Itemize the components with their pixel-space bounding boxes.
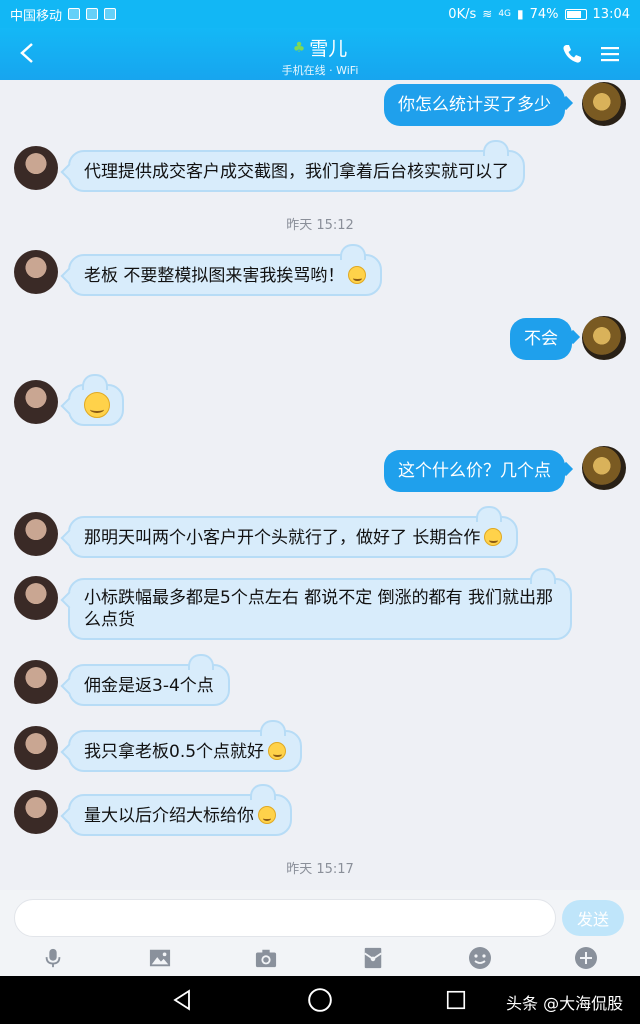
recents-nav-button[interactable] (440, 984, 472, 1016)
avatar[interactable] (14, 146, 58, 190)
notification-icon (68, 8, 81, 20)
message-text: 这个什么价？几个点 (398, 461, 551, 481)
menu-button[interactable] (596, 40, 624, 68)
message-text: 代理提供成交客户成交截图，我们拿着后台核实就可以了 (84, 162, 509, 182)
carrier-label: 中国移动 (10, 8, 63, 24)
network-type: 4G (498, 9, 512, 19)
avatar[interactable] (14, 576, 58, 620)
microphone-icon[interactable] (37, 944, 69, 972)
avatar[interactable] (582, 316, 626, 360)
message-bubble-in[interactable]: 佣金是返3-4个点 (68, 654, 230, 706)
timestamp: 昨天 15:12 (286, 218, 354, 233)
chat-header: ♣ 雪儿 手机在线 · WiFi (0, 28, 640, 80)
watermark: 头条 @大海侃股 (506, 994, 624, 1013)
menu-icon (601, 47, 619, 62)
input-toolbar (0, 944, 640, 976)
message-text: 小标跌幅最多都是5个点左右 都说不定 倒涨的都有 我们就出那么点货 (84, 588, 554, 630)
message-bubble-out[interactable]: 这个什么价？几个点 (384, 450, 565, 492)
timestamp: 昨天 15:17 (286, 862, 354, 877)
grin-emoji-icon (484, 528, 503, 546)
avatar[interactable] (582, 446, 626, 490)
network-speed: 0K/s (448, 6, 477, 22)
camera-icon[interactable] (250, 944, 282, 972)
message-text: 我只拿老板0.5个点就好 (84, 742, 265, 762)
wifi-icon: ≋ (482, 7, 493, 21)
message-bubble-in[interactable] (68, 374, 124, 426)
avatar[interactable] (14, 790, 58, 834)
avatar[interactable] (582, 82, 626, 126)
message-bubble-in[interactable]: 老板 不要整模拟图来害我挨骂哟！ (68, 244, 383, 296)
square-recents-icon (446, 990, 466, 1010)
sprout-icon: ♣ (292, 39, 306, 56)
red-packet-icon[interactable] (357, 944, 389, 972)
notification-icon (86, 8, 99, 20)
contact-title: ♣ 雪儿 手机在线 · WiFi (0, 34, 640, 78)
battery-percent: 74% (529, 6, 559, 22)
message-bubble-in[interactable]: 那明天叫两个小客户开个头就行了，做好了 长期合作 (68, 506, 519, 558)
message-bubble-out[interactable]: 不会 (510, 318, 572, 360)
emoji-icon[interactable] (464, 944, 496, 972)
message-text: 量大以后介绍大标给你 (84, 806, 254, 826)
clock: 13:04 (592, 6, 630, 22)
message-bubble-out[interactable]: 你怎么统计买了多少 (384, 84, 565, 126)
avatar[interactable] (14, 512, 58, 556)
message-list[interactable]: 你怎么统计买了多少 代理提供成交客户成交截图，我们拿着后台核实就可以了 昨天 1… (0, 80, 640, 890)
battery-icon (564, 8, 587, 20)
message-text: 老板 不要整模拟图来害我挨骂哟！ (84, 266, 345, 286)
message-bubble-in[interactable]: 量大以后介绍大标给你 (68, 784, 292, 836)
send-button[interactable]: 发送 (562, 900, 624, 936)
message-input[interactable] (14, 899, 556, 937)
status-bar: 中国移动 0K/s ≋ 4G ▮ 74% 13:04 (0, 0, 640, 28)
message-bubble-in[interactable]: 我只拿老板0.5个点就好 (68, 720, 303, 772)
home-nav-button[interactable] (304, 984, 336, 1016)
contact-name: 雪儿 (309, 38, 348, 60)
circle-home-icon (308, 988, 332, 1012)
input-bar: 发送 (0, 890, 640, 944)
message-text: 你怎么统计买了多少 (398, 95, 551, 115)
avatar[interactable] (14, 380, 58, 424)
message-bubble-in[interactable]: 代理提供成交客户成交截图，我们拿着后台核实就可以了 (68, 140, 525, 192)
shy-smile-emoji-icon (348, 266, 367, 284)
avatar[interactable] (14, 726, 58, 770)
message-text: 不会 (524, 329, 558, 349)
call-button[interactable] (558, 40, 586, 68)
system-nav-bar: 头条 @大海侃股 (0, 976, 640, 1024)
warning-icon (104, 8, 117, 20)
grin-emoji-icon (258, 806, 276, 824)
phone-icon (563, 45, 581, 63)
avatar[interactable] (14, 250, 58, 294)
contact-status: 手机在线 · WiFi (281, 64, 359, 77)
message-text: 那明天叫两个小客户开个头就行了，做好了 长期合作 (84, 528, 481, 548)
message-text: 佣金是返3-4个点 (84, 676, 214, 696)
avatar[interactable] (14, 660, 58, 704)
back-nav-button[interactable] (166, 984, 198, 1016)
smile-emoji-icon (268, 742, 287, 760)
plus-icon[interactable] (570, 944, 602, 972)
image-icon[interactable] (144, 944, 176, 972)
smile-emoji-icon (84, 392, 110, 418)
triangle-back-icon (173, 989, 190, 1011)
message-bubble-in[interactable]: 小标跌幅最多都是5个点左右 都说不定 倒涨的都有 我们就出那么点货 (68, 568, 572, 640)
signal-icon: ▮ (517, 7, 524, 21)
